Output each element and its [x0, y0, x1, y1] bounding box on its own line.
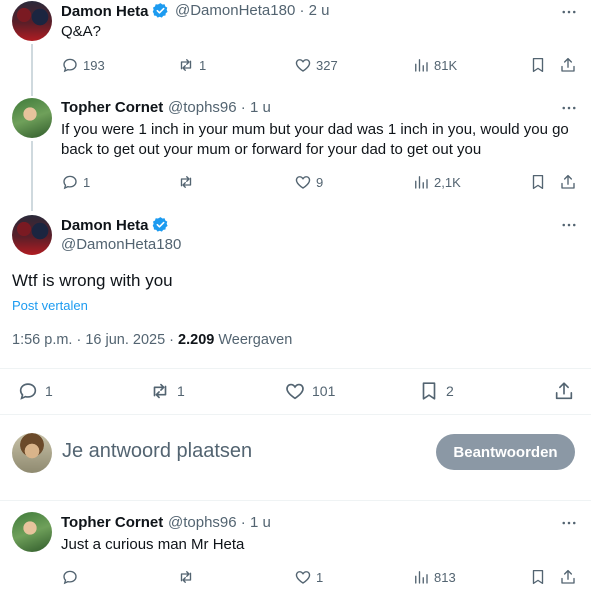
- tweet-text-line-1: If you were 1 inch in your mum but your …: [61, 121, 569, 138]
- avatar[interactable]: [12, 512, 52, 552]
- more-options-icon[interactable]: [560, 3, 578, 21]
- more-options-icon[interactable]: [560, 99, 578, 117]
- tweet-timestamp[interactable]: 1:56 p.m. · 16 jun. 2025 ·: [12, 332, 178, 348]
- more-options-icon[interactable]: [560, 216, 578, 234]
- tweet-text: Wtf is wrong with you: [12, 271, 173, 290]
- repost-icon: [177, 56, 195, 74]
- views-button[interactable]: 2,1K: [412, 173, 461, 191]
- views-count: 2,1K: [434, 174, 461, 190]
- verified-badge-icon: [152, 216, 169, 233]
- bookmark-button[interactable]: 2: [418, 380, 454, 402]
- divider: [0, 500, 591, 501]
- views-icon: [412, 568, 430, 586]
- bookmark-count: 2: [446, 383, 454, 399]
- current-user-avatar: [12, 433, 52, 473]
- share-icon[interactable]: [559, 568, 577, 586]
- author-handle[interactable]: @DamonHeta180: [61, 236, 181, 253]
- more-options-icon[interactable]: [560, 514, 578, 532]
- verified-badge-icon: [152, 2, 169, 19]
- reply-count: 1: [45, 383, 53, 399]
- avatar[interactable]: [12, 98, 52, 138]
- like-button[interactable]: 1: [294, 568, 323, 586]
- tweet-text: Just a curious man Mr Heta: [61, 536, 245, 553]
- reply-input[interactable]: Je antwoord plaatsen: [62, 440, 252, 463]
- author-name[interactable]: Topher Cornet: [61, 99, 163, 116]
- like-button[interactable]: 9: [294, 173, 323, 191]
- like-count: 1: [316, 569, 324, 585]
- repost-icon: [177, 173, 195, 191]
- views-button[interactable]: 81K: [412, 56, 457, 74]
- views-count: 813: [434, 569, 456, 585]
- author-name[interactable]: Damon Heta: [61, 2, 169, 20]
- tweet-time[interactable]: · 1 u: [241, 514, 271, 531]
- like-icon: [284, 380, 306, 402]
- repost-count: 1: [199, 57, 207, 73]
- avatar[interactable]: [12, 1, 52, 41]
- bookmark-icon: [418, 380, 440, 402]
- reply-button[interactable]: 1: [17, 380, 53, 402]
- share-icon[interactable]: [559, 56, 577, 74]
- reply-button[interactable]: 1: [61, 173, 90, 191]
- tweet-text-line-2: back to get out your mum or forward for …: [61, 141, 482, 158]
- bookmark-icon[interactable]: [529, 568, 547, 586]
- repost-icon: [177, 568, 195, 586]
- reply-button[interactable]: [61, 568, 83, 586]
- views-count: 81K: [434, 57, 458, 73]
- repost-icon: [149, 380, 171, 402]
- thread-line: [31, 141, 33, 211]
- thread-line: [31, 44, 33, 96]
- views-icon: [412, 173, 430, 191]
- like-icon: [294, 173, 312, 191]
- like-icon: [294, 568, 312, 586]
- author-name-text[interactable]: Damon Heta: [61, 217, 149, 234]
- author-name-text[interactable]: Damon Heta: [61, 3, 149, 20]
- author-name[interactable]: Topher Cornet: [61, 514, 163, 531]
- divider: [0, 368, 591, 369]
- reply-icon: [61, 568, 79, 586]
- reply-icon: [61, 56, 79, 74]
- handle-text[interactable]: @tophs96: [168, 514, 237, 531]
- like-count: 9: [316, 174, 324, 190]
- like-count: 327: [316, 57, 338, 73]
- like-count: 101: [312, 383, 336, 399]
- like-button[interactable]: 101: [284, 380, 335, 402]
- share-icon[interactable]: [559, 173, 577, 191]
- repost-count: 1: [177, 383, 185, 399]
- reply-button[interactable]: 193: [61, 56, 105, 74]
- tweet-text: Q&A?: [61, 23, 102, 40]
- views-label: Weergaven: [214, 332, 293, 348]
- repost-button[interactable]: 1: [149, 380, 185, 402]
- author-handle[interactable]: @DamonHeta180 · 2 u: [175, 2, 329, 19]
- handle-text[interactable]: @tophs96: [168, 99, 237, 116]
- author-handle[interactable]: @tophs96 · 1 u: [168, 99, 271, 116]
- views-count: 2.209: [178, 332, 215, 348]
- avatar[interactable]: [12, 215, 52, 255]
- author-name[interactable]: Damon Heta: [61, 216, 169, 234]
- reply-count: 193: [83, 57, 105, 73]
- translate-link[interactable]: Post vertalen: [12, 298, 88, 313]
- like-button[interactable]: 327: [294, 56, 338, 74]
- repost-button[interactable]: 1: [177, 56, 206, 74]
- bookmark-icon[interactable]: [529, 56, 547, 74]
- author-handle[interactable]: @tophs96 · 1 u: [168, 514, 271, 531]
- handle-text[interactable]: @DamonHeta180: [175, 2, 295, 19]
- bookmark-icon[interactable]: [529, 173, 547, 191]
- repost-button[interactable]: [177, 568, 199, 586]
- like-icon: [294, 56, 312, 74]
- tweet-time[interactable]: · 1 u: [241, 99, 271, 116]
- reply-icon: [61, 173, 79, 191]
- views-button[interactable]: 813: [412, 568, 456, 586]
- divider: [0, 414, 591, 415]
- tweet-metadata: 1:56 p.m. · 16 jun. 2025 · 2.209 Weergav…: [12, 332, 292, 348]
- tweet-time[interactable]: · 2 u: [299, 2, 329, 19]
- reply-icon: [17, 380, 39, 402]
- share-icon[interactable]: [553, 380, 575, 402]
- views-icon: [412, 56, 430, 74]
- reply-count: 1: [83, 174, 91, 190]
- reply-submit-button[interactable]: Beantwoorden: [436, 434, 575, 470]
- repost-button[interactable]: [177, 173, 199, 191]
